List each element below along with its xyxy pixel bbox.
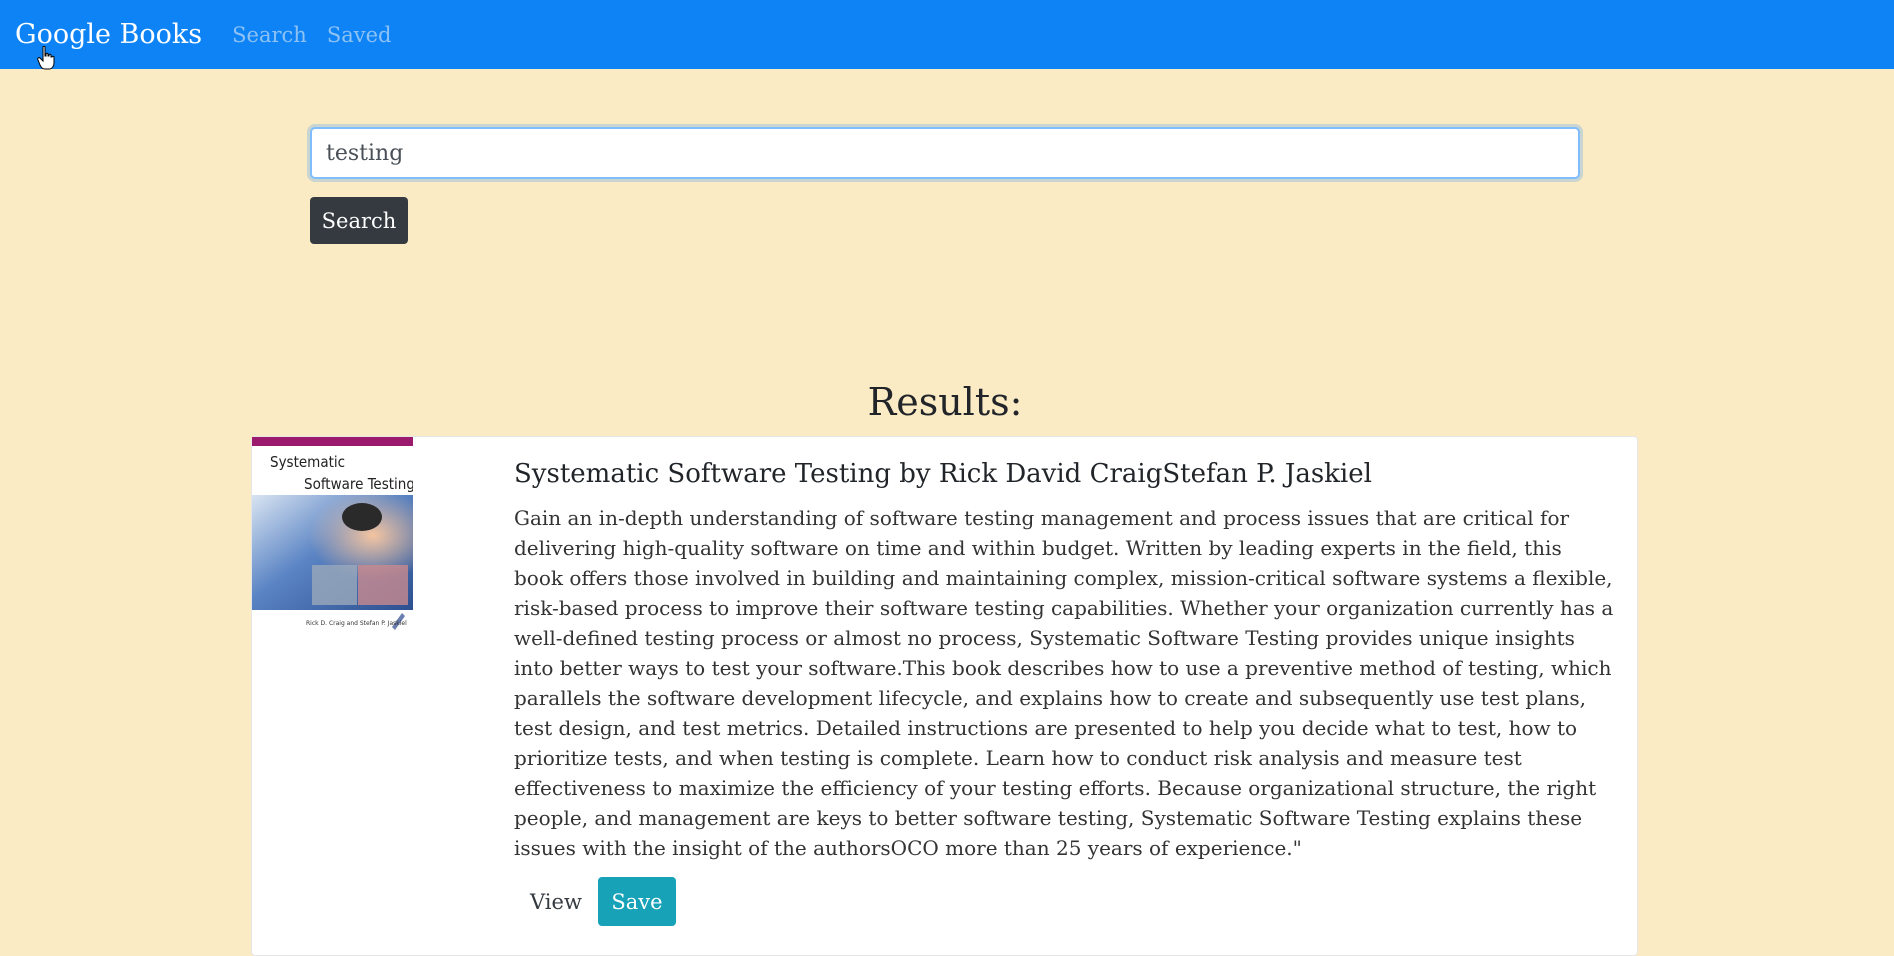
nav-link-search[interactable]: Search [232,23,307,47]
search-input[interactable] [310,127,1580,179]
cover-title-line1: Systematic [270,453,345,471]
book-title: Systematic Software Testing by Rick Davi… [514,459,1372,489]
book-card: Systematic Software Testing Rick D. Crai… [251,436,1638,956]
view-link[interactable]: View [514,890,598,914]
cover-authors: Rick D. Craig and Stefan P. Jaskiel [306,620,407,627]
navbar: Google Books Search Saved [0,0,1894,69]
cover-title-line2: Software Testing [304,475,413,493]
book-details: Systematic Software Testing by Rick Davi… [514,459,1614,926]
book-cover-image[interactable]: Systematic Software Testing Rick D. Crai… [252,437,413,649]
save-button[interactable]: Save [597,877,676,926]
book-actions: View Save [514,877,1614,926]
results-heading: Results: [867,380,1023,424]
hand-cursor-icon [37,46,55,70]
search-button[interactable]: Search [310,197,408,244]
search-form: Search [310,127,1580,244]
nav-link-saved[interactable]: Saved [327,23,392,47]
book-description: Gain an in-depth understanding of softwa… [514,506,1614,860]
